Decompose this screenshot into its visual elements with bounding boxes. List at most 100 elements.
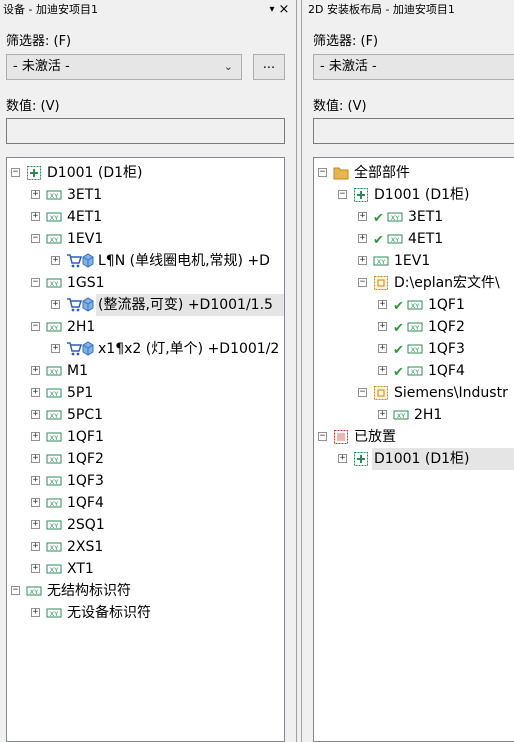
expand-icon[interactable]: + [31,190,40,199]
expand-icon[interactable]: + [31,410,40,419]
tree-node[interactable]: + XY 1EV1 [314,250,514,272]
collapse-icon[interactable]: − [31,234,40,243]
tree-node[interactable]: − XY 2H1 [7,316,284,338]
close-icon[interactable]: × [278,2,290,18]
expand-icon[interactable]: + [51,344,60,353]
collapse-icon[interactable]: − [318,432,327,441]
expand-icon[interactable]: + [51,256,60,265]
collapse-icon[interactable]: − [338,190,347,199]
tree-node[interactable]: − 已放置 [314,426,514,448]
tree-node[interactable]: + ✔ XY 1QF2 [314,316,514,338]
expand-icon[interactable]: + [31,476,40,485]
tree-node-label: 1QF4 [67,495,104,511]
tree-node[interactable]: − 全部部件 [314,162,514,184]
svg-text:XY: XY [411,324,419,332]
tree-node[interactable]: − D1001 (D1柜) [7,162,284,184]
chevron-down-icon: ⌄ [223,60,233,73]
tree-node[interactable]: − D:\eplan宏文件\ [314,272,514,294]
tree-node-label: x1¶x2 (灯,单个) +D1001/2 [98,341,280,357]
collapse-icon[interactable]: − [31,278,40,287]
expand-icon[interactable]: + [31,388,40,397]
tree-node[interactable]: + XY 2H1 [314,404,514,426]
expand-icon[interactable]: + [31,520,40,529]
tree-node[interactable]: + (整流器,可变) +D1001/1.5 [7,294,284,316]
svg-text:XY: XY [50,368,58,376]
tree-node[interactable]: + XY M1 [7,360,284,382]
filter-select[interactable]: - 未激活 - [313,54,514,80]
location-box-icon [26,165,42,181]
tree-node[interactable]: + ✔ XY 3ET1 [314,206,514,228]
expand-icon[interactable]: + [358,234,367,243]
collapse-icon[interactable]: − [11,586,20,595]
filter-select[interactable]: - 未激活 - ⌄ [6,54,242,80]
tree-node[interactable]: − Siemens\Industr [314,382,514,404]
collapse-icon[interactable]: − [318,168,327,177]
checkmark-icon: ✔ [373,211,384,226]
tree-node[interactable]: − XY 1GS1 [7,272,284,294]
device-tree[interactable]: − D1001 (D1柜) + XY 3ET1 + XY 4ET1 − XY 1EV1 + L¶N (单… [6,157,285,742]
tree-node[interactable]: − XY 1EV1 [7,228,284,250]
value-label: 数值: (V) [6,99,60,114]
expand-icon[interactable]: + [31,608,40,617]
tree-node[interactable]: + XY 1QF4 [7,492,284,514]
expand-icon[interactable]: + [31,366,40,375]
tree-node[interactable]: + XY 5P1 [7,382,284,404]
expand-icon[interactable]: + [31,498,40,507]
tree-node[interactable]: + ✔ XY 1QF1 [314,294,514,316]
filter-label: 筛选器: (F) [6,34,72,49]
tree-node[interactable]: + XY 2XS1 [7,536,284,558]
tree-node-label: 1QF3 [428,341,465,357]
collapse-icon[interactable]: − [31,322,40,331]
svg-text:XY: XY [50,192,58,200]
expand-icon[interactable]: + [31,454,40,463]
tree-node-label: 1QF1 [428,297,465,313]
value-input[interactable] [313,118,514,144]
pin-dropdown-icon[interactable]: ▾ [266,2,278,18]
value-input[interactable] [6,118,285,144]
panel-title: 2D 安装板布局 - 加迪安项目1 [308,3,455,16]
expand-icon[interactable]: + [31,432,40,441]
svg-text:XY: XY [50,236,58,244]
tree-node[interactable]: + L¶N (单线圈电机,常规) +D [7,250,284,272]
tree-node[interactable]: + XY 4ET1 [7,206,284,228]
expand-icon[interactable]: + [378,300,387,309]
expand-icon[interactable]: + [31,564,40,573]
devices-navigator-panel: 设备 - 加迪安项目1 ▾ × 筛选器: (F) - 未激活 - ⌄ ... 数… [0,0,290,742]
tree-node[interactable]: + XY XT1 [7,558,284,580]
tree-node[interactable]: − D1001 (D1柜) [314,184,514,206]
tree-node-label: 2H1 [67,319,96,335]
tree-node[interactable]: − XY 无结构标识符 [7,580,284,602]
expand-icon[interactable]: + [378,366,387,375]
tree-node[interactable]: + ✔ XY 1QF3 [314,338,514,360]
collapse-icon[interactable]: − [358,278,367,287]
tree-node[interactable]: + D1001 (D1柜) [314,448,514,470]
expand-icon[interactable]: + [358,256,367,265]
svg-text:XY: XY [50,390,58,398]
expand-icon[interactable]: + [358,212,367,221]
parts-tree[interactable]: − 全部部件 − D1001 (D1柜) + ✔ XY 3ET1 + ✔ XY 4ET1 + XY 1EV1… [313,157,514,742]
tree-node[interactable]: + XY 1QF2 [7,448,284,470]
tree-node-label: 1QF2 [67,451,104,467]
tree-node[interactable]: + ✔ XY 4ET1 [314,228,514,250]
expand-icon[interactable]: + [378,344,387,353]
collapse-icon[interactable]: − [11,168,20,177]
tree-node[interactable]: + XY 2SQ1 [7,514,284,536]
xy-device-icon: XY [46,517,62,533]
expand-icon[interactable]: + [31,542,40,551]
tree-node[interactable]: + ✔ XY 1QF4 [314,360,514,382]
expand-icon[interactable]: + [378,322,387,331]
tree-node[interactable]: + XY 1QF1 [7,426,284,448]
tree-node[interactable]: + XY 3ET1 [7,184,284,206]
expand-icon[interactable]: + [51,300,60,309]
tree-node[interactable]: + x1¶x2 (灯,单个) +D1001/2 [7,338,284,360]
filter-more-button[interactable]: ... [253,54,285,80]
expand-icon[interactable]: + [338,454,347,463]
expand-icon[interactable]: + [31,212,40,221]
collapse-icon[interactable]: − [358,388,367,397]
expand-icon[interactable]: + [378,410,387,419]
panel-splitter[interactable] [290,0,305,742]
tree-node-label: 1QF1 [67,429,104,445]
tree-node[interactable]: + XY 无设备标识符 [7,602,284,624]
tree-node[interactable]: + XY 1QF3 [7,470,284,492]
tree-node[interactable]: + XY 5PC1 [7,404,284,426]
